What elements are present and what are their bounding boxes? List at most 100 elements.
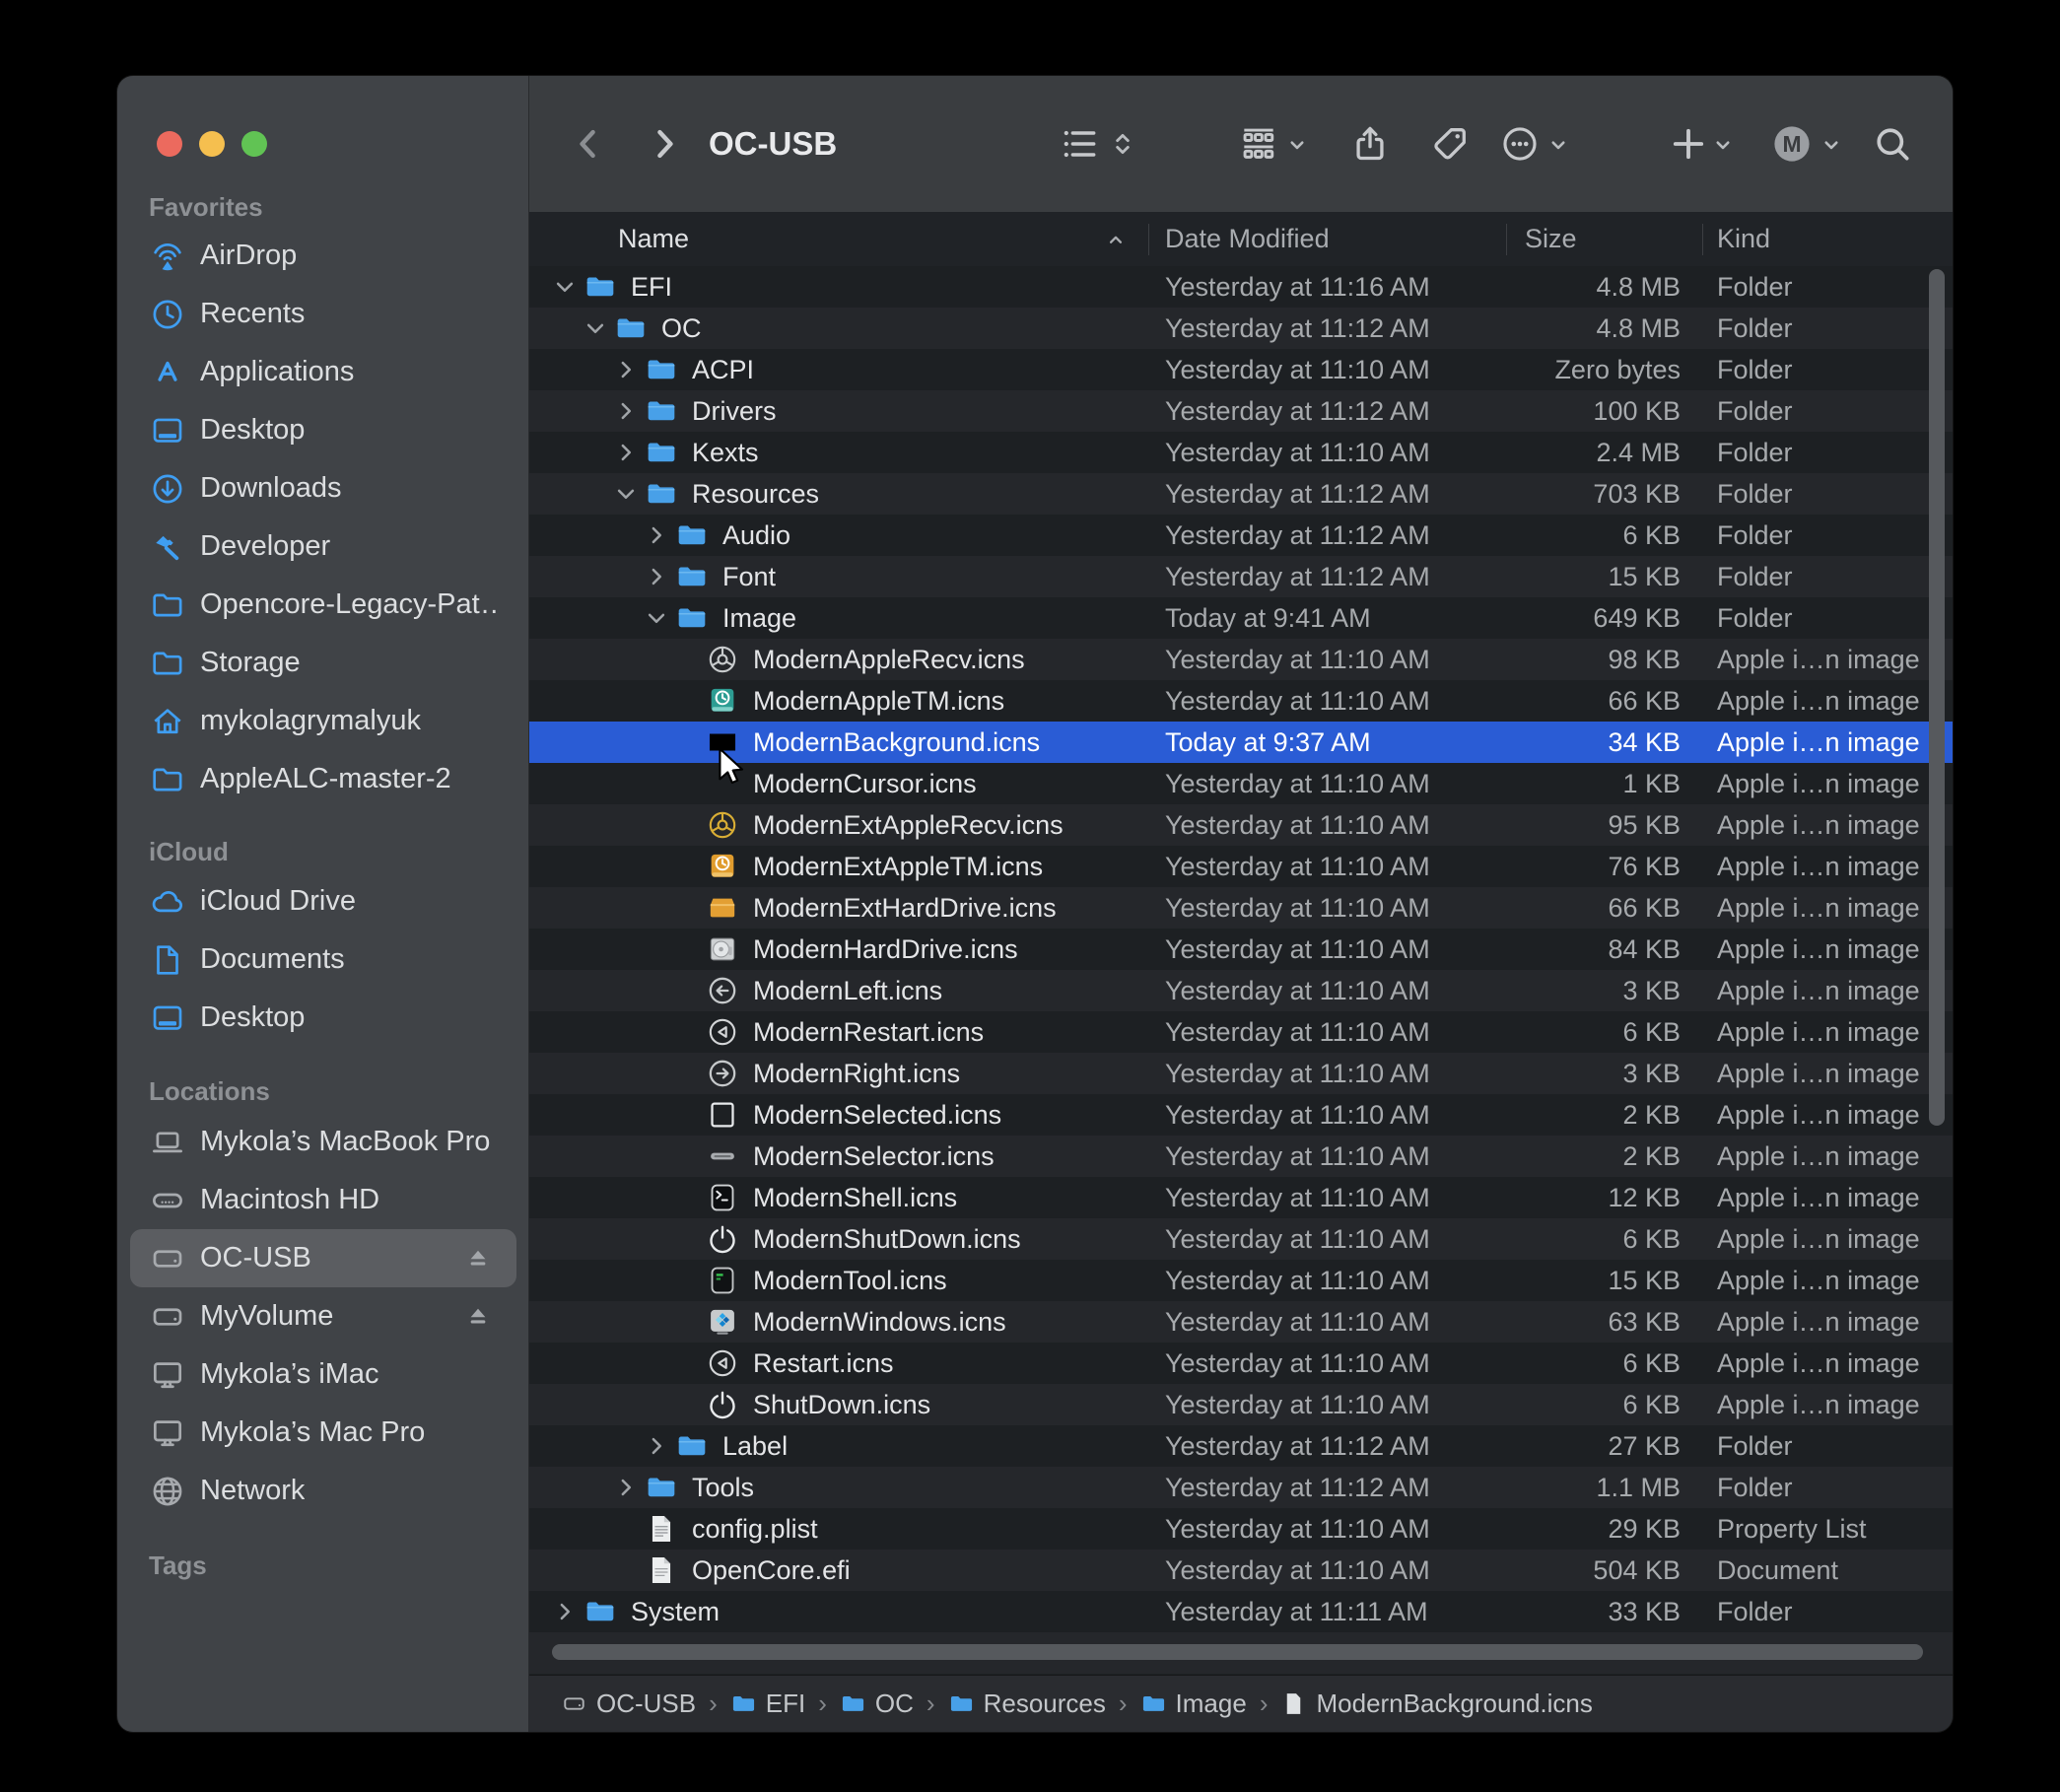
row-ModernAppleTM.icns[interactable]: ModernAppleTM.icnsYesterday at 11:10 AM6… <box>529 680 1953 722</box>
eject-button[interactable] <box>461 1300 495 1334</box>
sidebar-item-documents[interactable]: Documents <box>130 930 516 989</box>
row-ModernLeft.icns[interactable]: ModernLeft.icnsYesterday at 11:10 AM3 KB… <box>529 970 1953 1011</box>
breadcrumb-efi[interactable]: EFI <box>730 1689 805 1719</box>
row-ACPI[interactable]: ACPIYesterday at 11:10 AMZero bytesFolde… <box>529 349 1953 390</box>
sidebar-item-icloud-drive[interactable]: iCloud Drive <box>130 872 516 930</box>
sidebar-item-network[interactable]: Network <box>130 1462 516 1520</box>
disclosure-right-icon[interactable] <box>611 355 641 384</box>
breadcrumb-oc-usb[interactable]: OC-USB <box>561 1689 696 1719</box>
sidebar-item-mykolagrymalyuk[interactable]: mykolagrymalyuk <box>130 692 516 750</box>
disclosure-right-icon[interactable] <box>642 562 671 591</box>
group-by-chevron-icon[interactable] <box>1283 131 1311 159</box>
sidebar-item-applealc-master-2[interactable]: AppleALC-master-2 <box>130 750 516 808</box>
row-System[interactable]: SystemYesterday at 11:11 AM33 KBFolder <box>529 1591 1953 1632</box>
sidebar-item-oc-usb[interactable]: OC-USB <box>130 1229 516 1287</box>
row-ModernHardDrive.icns[interactable]: ModernHardDrive.icnsYesterday at 11:10 A… <box>529 929 1953 970</box>
share-button[interactable] <box>1348 122 1392 166</box>
group-by-button[interactable] <box>1237 122 1280 166</box>
breadcrumb-image[interactable]: Image <box>1140 1689 1247 1719</box>
list-header: Name Date Modified Size Kind <box>529 212 1953 267</box>
row-ModernShutDown.icns[interactable]: ModernShutDown.icnsYesterday at 11:10 AM… <box>529 1218 1953 1260</box>
row-Label[interactable]: LabelYesterday at 11:12 AM27 KBFolder <box>529 1425 1953 1467</box>
sidebar-item-developer[interactable]: Developer <box>130 517 516 576</box>
disclosure-right-icon[interactable] <box>550 1597 580 1626</box>
tag-button[interactable] <box>1428 122 1472 166</box>
account-chevron-icon[interactable] <box>1818 131 1845 159</box>
row-ModernRestart.icns[interactable]: ModernRestart.icnsYesterday at 11:10 AM6… <box>529 1011 1953 1053</box>
sidebar-item-macintosh-hd[interactable]: Macintosh HD <box>130 1171 516 1229</box>
row-ModernWindows.icns[interactable]: ModernWindows.icnsYesterday at 11:10 AM6… <box>529 1301 1953 1343</box>
disclosure-down-icon[interactable] <box>611 479 641 509</box>
row-ModernExtHardDrive.icns[interactable]: ModernExtHardDrive.icnsYesterday at 11:1… <box>529 887 1953 929</box>
breadcrumb-modernbackground-icns[interactable]: ModernBackground.icns <box>1280 1689 1592 1719</box>
close-button[interactable] <box>157 131 182 157</box>
eject-button[interactable] <box>461 1242 495 1275</box>
sidebar-item-airdrop[interactable]: AirDrop <box>130 227 516 285</box>
row-ModernExtAppleTM.icns[interactable]: ModernExtAppleTM.icnsYesterday at 11:10 … <box>529 846 1953 887</box>
row-Restart.icns[interactable]: Restart.icnsYesterday at 11:10 AM6 KBApp… <box>529 1343 1953 1384</box>
row-ModernAppleRecv.icns[interactable]: ModernAppleRecv.icnsYesterday at 11:10 A… <box>529 639 1953 680</box>
column-header-name[interactable]: Name <box>618 212 689 266</box>
row-Image[interactable]: ImageToday at 9:41 AM649 KBFolder <box>529 597 1953 639</box>
row-Resources[interactable]: ResourcesYesterday at 11:12 AM703 KBFold… <box>529 473 1953 515</box>
row-ModernSelector.icns[interactable]: ModernSelector.icnsYesterday at 11:10 AM… <box>529 1136 1953 1177</box>
breadcrumb-oc[interactable]: OC <box>840 1689 914 1719</box>
disclosure-down-icon[interactable] <box>581 313 610 343</box>
disclosure-down-icon[interactable] <box>550 272 580 302</box>
row-Font[interactable]: FontYesterday at 11:12 AM15 KBFolder <box>529 556 1953 597</box>
column-header-size[interactable]: Size <box>1525 212 1577 266</box>
row-EFI[interactable]: EFIYesterday at 11:16 AM4.8 MBFolder <box>529 266 1953 308</box>
row-Drivers[interactable]: DriversYesterday at 11:12 AM100 KBFolder <box>529 390 1953 432</box>
row-ShutDown.icns[interactable]: ShutDown.icnsYesterday at 11:10 AM6 KBAp… <box>529 1384 1953 1425</box>
row-OC[interactable]: OCYesterday at 11:12 AM4.8 MBFolder <box>529 308 1953 349</box>
minimize-button[interactable] <box>199 131 225 157</box>
row-ModernSelected.icns[interactable]: ModernSelected.icnsYesterday at 11:10 AM… <box>529 1094 1953 1136</box>
recovery-gold-icon <box>706 808 739 842</box>
more-actions-chevron-icon[interactable] <box>1545 131 1572 159</box>
disclosure-right-icon[interactable] <box>611 396 641 426</box>
column-divider[interactable] <box>1148 224 1149 255</box>
row-ModernShell.icns[interactable]: ModernShell.icnsYesterday at 11:10 AM12 … <box>529 1177 1953 1218</box>
zoom-button[interactable] <box>241 131 267 157</box>
column-header-kind[interactable]: Kind <box>1717 212 1770 266</box>
forward-button[interactable] <box>643 122 686 166</box>
back-button[interactable] <box>567 122 610 166</box>
sidebar-item-myvolume[interactable]: MyVolume <box>130 1287 516 1345</box>
row-ModernRight.icns[interactable]: ModernRight.icnsYesterday at 11:10 AM3 K… <box>529 1053 1953 1094</box>
disclosure-down-icon[interactable] <box>642 603 671 633</box>
column-header-date[interactable]: Date Modified <box>1165 212 1330 266</box>
disclosure-right-icon[interactable] <box>611 1473 641 1502</box>
disclosure-right-icon[interactable] <box>611 438 641 467</box>
column-divider[interactable] <box>1702 224 1703 255</box>
sidebar-item-storage[interactable]: Storage <box>130 634 516 692</box>
add-button[interactable] <box>1667 122 1710 166</box>
view-list-button[interactable] <box>1058 122 1101 166</box>
row-Audio[interactable]: AudioYesterday at 11:12 AM6 KBFolder <box>529 515 1953 556</box>
row-config.plist[interactable]: config.plistYesterday at 11:10 AM29 KBPr… <box>529 1508 1953 1550</box>
sidebar-item-desktop[interactable]: Desktop <box>130 989 516 1047</box>
sidebar-item-recents[interactable]: Recents <box>130 285 516 343</box>
sidebar-item-mykola-s-mac-pro[interactable]: Mykola’s Mac Pro <box>130 1404 516 1462</box>
row-OpenCore.efi[interactable]: OpenCore.efiYesterday at 11:10 AM504 KBD… <box>529 1550 1953 1591</box>
sidebar-item-desktop[interactable]: Desktop <box>130 401 516 459</box>
sidebar-item-applications[interactable]: Applications <box>130 343 516 401</box>
sidebar-item-mykola-s-macbook-pro[interactable]: Mykola’s MacBook Pro <box>130 1113 516 1171</box>
horizontal-scrollbar[interactable] <box>552 1644 1923 1660</box>
sidebar-item-mykola-s-imac[interactable]: Mykola’s iMac <box>130 1345 516 1404</box>
account-button[interactable]: M <box>1770 122 1814 166</box>
row-Tools[interactable]: ToolsYesterday at 11:12 AM1.1 MBFolder <box>529 1467 1953 1508</box>
more-actions-button[interactable] <box>1498 122 1542 166</box>
sidebar-item-downloads[interactable]: Downloads <box>130 459 516 517</box>
disclosure-right-icon[interactable] <box>642 520 671 550</box>
row-ModernTool.icns[interactable]: ModernTool.icnsYesterday at 11:10 AM15 K… <box>529 1260 1953 1301</box>
add-chevron-icon[interactable] <box>1709 131 1737 159</box>
breadcrumb-resources[interactable]: Resources <box>948 1689 1106 1719</box>
disclosure-right-icon[interactable] <box>642 1431 671 1461</box>
column-divider[interactable] <box>1506 224 1507 255</box>
sidebar-item-opencore-legacy-pat-[interactable]: Opencore-Legacy-Pat… <box>130 576 516 634</box>
row-ModernExtAppleRecv.icns[interactable]: ModernExtAppleRecv.icnsYesterday at 11:1… <box>529 804 1953 846</box>
vertical-scrollbar[interactable] <box>1929 269 1945 1126</box>
view-size-stepper[interactable] <box>1107 128 1138 160</box>
search-button[interactable] <box>1871 122 1914 166</box>
row-Kexts[interactable]: KextsYesterday at 11:10 AM2.4 MBFolder <box>529 432 1953 473</box>
